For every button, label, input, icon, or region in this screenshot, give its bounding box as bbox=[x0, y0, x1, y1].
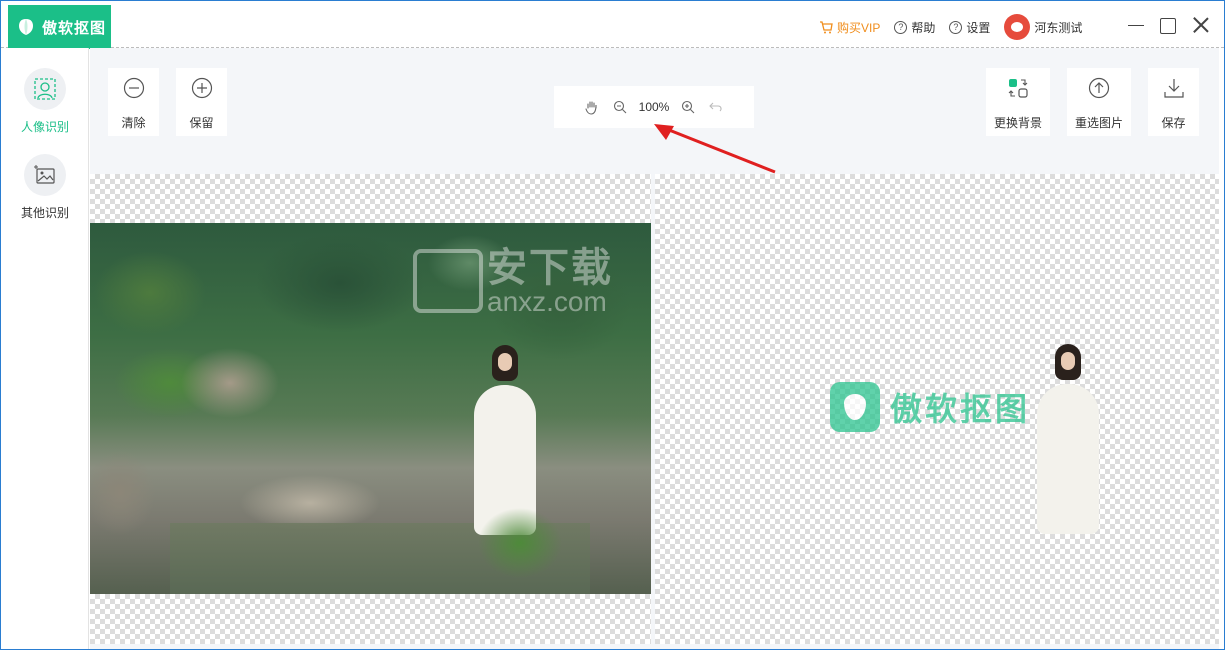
swap-background-icon bbox=[1008, 79, 1028, 98]
minimize-button[interactable] bbox=[1127, 16, 1145, 34]
app-watermark: 傲软抠图 bbox=[830, 382, 1030, 432]
upload-icon bbox=[1088, 77, 1110, 99]
top-actions: 购买VIP ? 帮助 ? 设置 河东测试 bbox=[819, 14, 1096, 40]
change-background-button[interactable]: 更换背景 bbox=[986, 68, 1050, 136]
minus-circle-icon bbox=[123, 77, 144, 99]
help-icon: ? bbox=[894, 20, 908, 34]
watermark-cn: 安下载 bbox=[487, 246, 613, 290]
sidebar: 人像识别 其他识别 bbox=[1, 48, 89, 649]
help-label: 帮助 bbox=[911, 20, 936, 35]
settings-button[interactable]: ? 设置 bbox=[949, 19, 990, 36]
image-scan-icon bbox=[24, 154, 66, 196]
sidebar-item-portrait[interactable]: 人像识别 bbox=[1, 68, 89, 135]
reselect-image-label: 重选图片 bbox=[1074, 116, 1123, 130]
clear-label: 清除 bbox=[121, 116, 146, 130]
buy-vip-label: 购买VIP bbox=[837, 20, 881, 35]
cart-icon bbox=[820, 20, 833, 33]
settings-icon: ? bbox=[949, 20, 963, 34]
app-title: 傲软抠图 bbox=[42, 19, 107, 37]
hand-pan-icon[interactable] bbox=[583, 98, 601, 116]
sidebar-item-label: 其他识别 bbox=[20, 206, 69, 220]
zoom-in-icon[interactable] bbox=[679, 98, 697, 116]
keep-button[interactable]: 保留 bbox=[176, 68, 227, 136]
username-label: 河东测试 bbox=[1034, 20, 1083, 35]
settings-label: 设置 bbox=[966, 20, 991, 35]
site-watermark: 安下载 anxz.com bbox=[413, 246, 613, 317]
title-bar: 傲软抠图 购买VIP ? 帮助 ? 设置 河东测试 bbox=[1, 1, 1224, 49]
cutout-dress bbox=[1037, 384, 1099, 534]
maximize-button[interactable] bbox=[1160, 18, 1176, 34]
user-account-button[interactable]: 河东测试 bbox=[1004, 14, 1082, 40]
help-button[interactable]: ? 帮助 bbox=[894, 19, 935, 36]
watermark-en: anxz.com bbox=[487, 286, 607, 317]
reselect-image-button[interactable]: 重选图片 bbox=[1067, 68, 1131, 136]
download-icon bbox=[1163, 79, 1184, 98]
save-button[interactable]: 保存 bbox=[1148, 68, 1199, 136]
watermark-app-text: 傲软抠图 bbox=[890, 391, 1031, 427]
app-brand: 傲软抠图 bbox=[8, 5, 111, 49]
subject-face bbox=[498, 353, 512, 371]
sidebar-item-other[interactable]: 其他识别 bbox=[1, 154, 89, 221]
undo-icon[interactable] bbox=[707, 98, 725, 116]
zoom-out-icon[interactable] bbox=[611, 98, 629, 116]
avatar bbox=[1004, 14, 1031, 40]
buy-vip-button[interactable]: 购买VIP bbox=[819, 19, 880, 36]
sidebar-item-label: 人像识别 bbox=[20, 120, 69, 134]
clear-button[interactable]: 清除 bbox=[108, 68, 159, 136]
app-logo-icon bbox=[19, 19, 33, 35]
photo-grass bbox=[460, 483, 580, 583]
plus-circle-icon bbox=[191, 77, 212, 99]
portrait-scan-icon bbox=[24, 68, 66, 110]
keep-label: 保留 bbox=[189, 116, 214, 130]
original-image-panel[interactable] bbox=[90, 174, 651, 644]
cutout-subject bbox=[1033, 344, 1103, 534]
watermark-app-logo-icon bbox=[830, 382, 880, 432]
close-button[interactable] bbox=[1192, 16, 1210, 34]
annotation-arrow-icon bbox=[654, 124, 776, 174]
change-background-label: 更换背景 bbox=[993, 116, 1042, 130]
cutout-face bbox=[1061, 352, 1075, 370]
zoom-level: 100% bbox=[638, 100, 670, 114]
watermark-logo-icon bbox=[413, 249, 483, 313]
save-label: 保存 bbox=[1161, 116, 1186, 130]
